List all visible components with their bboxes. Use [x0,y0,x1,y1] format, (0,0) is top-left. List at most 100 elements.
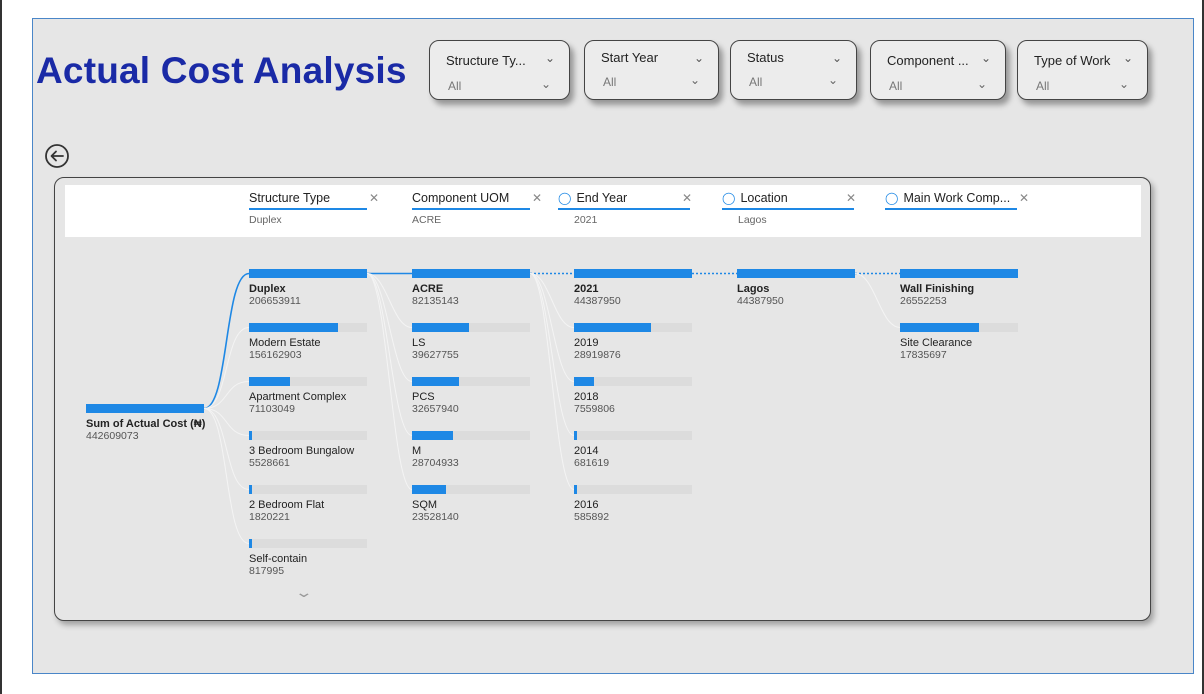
node-bar-fill [249,539,252,548]
tree-node[interactable]: SQM 23528140 [412,485,530,523]
chevron-down-icon[interactable]: ⌄ [981,51,991,65]
tree-connector [529,273,575,382]
chevron-down-icon[interactable]: ⌄ [690,73,700,87]
node-label: Wall Finishing [900,283,975,295]
node-label: Self-contain [249,553,308,565]
tree-node[interactable]: Modern Estate 156162903 [249,323,367,361]
node-value: 39627755 [412,349,459,361]
tree-node[interactable]: 2018 7559806 [574,377,692,415]
tree-node[interactable]: Self-contain 817995 [249,539,367,577]
tree-connector [203,272,250,410]
tree-node[interactable]: LS 39627755 [412,323,530,361]
slicer-structure-type[interactable]: Structure Ty... ⌄ All ⌄ [429,40,570,100]
node-bar-fill [249,269,367,278]
node-bar-track [900,269,1018,278]
slicer-value: All [603,75,617,89]
tree-node[interactable]: 2014 681619 [574,431,692,469]
node-label: 2 Bedroom Flat [249,499,325,511]
node-label: Site Clearance [900,337,973,349]
slicer-label: Start Year [601,50,659,65]
node-bar-fill [574,377,594,386]
node-label: 2019 [574,337,599,349]
chevron-down-icon[interactable]: ⌄ [694,51,704,65]
slicer-type-of-work[interactable]: Type of Work ⌄ All ⌄ [1017,40,1148,100]
slicer-value: All [889,79,903,93]
node-bar-fill [249,323,338,332]
node-value: 5528661 [249,457,290,469]
node-value: 7559806 [574,403,615,415]
tree-node[interactable]: ACRE 82135143 [412,269,530,307]
chevron-down-icon[interactable]: ⌄ [1123,51,1133,65]
tree-node[interactable]: 3 Bedroom Bungalow 5528661 [249,431,367,469]
node-value: 585892 [574,511,610,523]
node-bar-track [249,323,367,332]
node-label: LS [412,337,426,349]
tree-node[interactable]: 2016 585892 [574,485,692,523]
decomposition-tree: Structure Type ✕ Duplex Component UOM ✕ … [54,177,1151,621]
node-bar-fill [412,485,446,494]
node-value: 44387950 [574,295,621,307]
node-bar-fill [412,323,469,332]
node-label: Modern Estate [249,337,321,349]
chevron-down-icon[interactable]: ⌄ [977,77,987,91]
tree-node[interactable]: PCS 32657940 [412,377,530,415]
tree-node[interactable]: Site Clearance 17835697 [900,323,1018,361]
node-value: 44387950 [737,295,784,307]
slicer-component[interactable]: Component ... ⌄ All ⌄ [870,40,1006,100]
node-bar-track [412,431,530,440]
node-bar-fill [412,431,453,440]
tree-node[interactable]: Duplex 206653911 [249,269,367,307]
node-value: 28704933 [412,457,459,469]
chevron-down-icon[interactable]: ⌄ [541,77,551,91]
slicer-label: Type of Work [1034,53,1111,68]
slicer-value: All [448,79,462,93]
root-value: 442609073 [86,430,139,442]
tree-connector [203,408,250,544]
chevron-down-icon[interactable]: ⌄ [294,584,313,601]
tree-root-node[interactable]: Sum of Actual Cost (₦) 442609073 [86,404,206,442]
node-bar-fill [900,323,979,332]
chevron-down-icon[interactable]: ⌄ [828,73,838,87]
slicer-start-year[interactable]: Start Year ⌄ All ⌄ [584,40,719,100]
tree-node[interactable]: M 28704933 [412,431,530,469]
slicer-label: Structure Ty... [446,53,526,68]
node-bar-track [574,485,692,494]
node-bar-fill [574,323,651,332]
node-value: 82135143 [412,295,459,307]
node-label: 2014 [574,445,599,457]
node-bar-track [574,431,692,440]
node-bar-fill [574,269,692,278]
node-bar-track [574,323,692,332]
node-label: Duplex [249,283,286,295]
slicer-status[interactable]: Status ⌄ All ⌄ [730,40,857,100]
node-bar-track [412,485,530,494]
tree-node[interactable]: 2021 44387950 [574,269,692,307]
node-value: 1820221 [249,511,290,523]
node-bar-track [737,269,855,278]
back-arrow-icon[interactable] [44,143,70,169]
chevron-down-icon[interactable]: ⌄ [1119,77,1129,91]
node-bar-track [900,323,1018,332]
page-title: Actual Cost Analysis [36,50,407,91]
tree-connector [854,273,901,328]
chevron-down-icon[interactable]: ⌄ [832,51,842,65]
tree-node[interactable]: Wall Finishing 26552253 [900,269,1018,307]
tree-node[interactable]: 2 Bedroom Flat 1820221 [249,485,367,523]
node-label: 2021 [574,283,599,295]
slicer-label: Component ... [887,53,969,68]
tree-node[interactable]: Lagos 44387950 [737,269,855,307]
node-label: 2016 [574,499,599,511]
chevron-down-icon[interactable]: ⌄ [545,51,555,65]
node-value: 17835697 [900,349,947,361]
tree-node[interactable]: Apartment Complex 71103049 [249,377,367,415]
node-bar-track [412,377,530,386]
node-bar-fill [574,485,577,494]
node-label: M [412,445,422,457]
tree-connector [366,273,413,382]
node-bar-fill [412,377,459,386]
tree-node[interactable]: 2019 28919876 [574,323,692,361]
tree-connector [529,273,575,490]
root-label: Sum of Actual Cost (₦) [86,418,206,430]
node-label: Apartment Complex [249,391,347,403]
node-bar-track [412,323,530,332]
